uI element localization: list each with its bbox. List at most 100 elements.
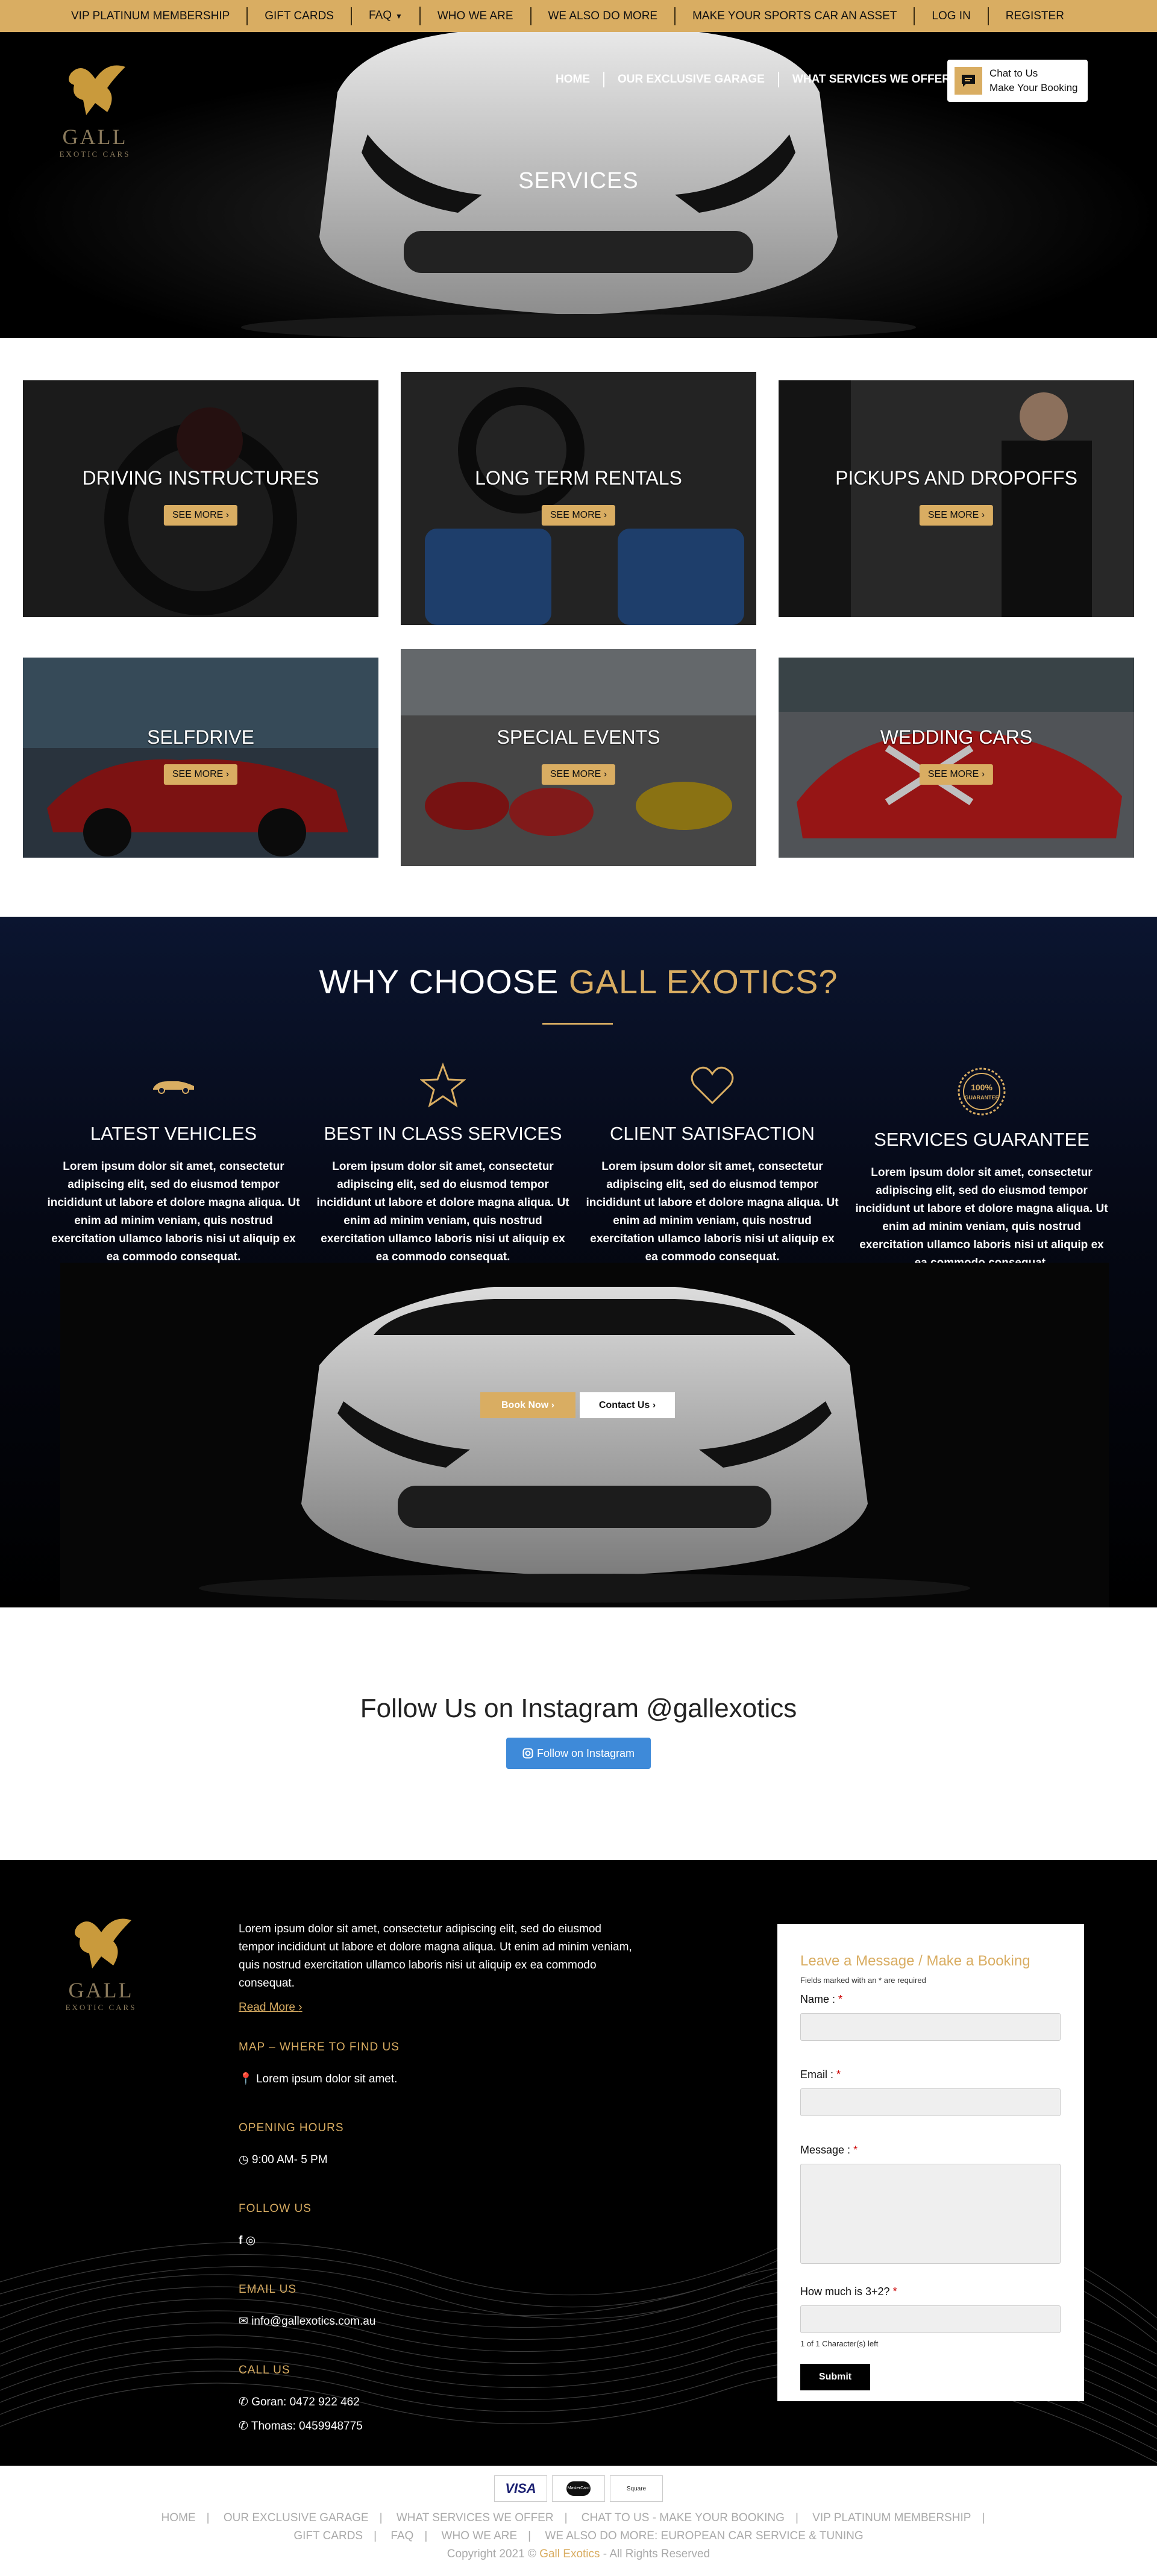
clock-icon: ◷ (239, 2153, 249, 2166)
name-label: Name : * (800, 1993, 843, 2005)
service-card-driving[interactable]: DRIVING INSTRUCTURES SEE MORE › (23, 380, 378, 617)
hours-value: 9:00 AM- 5 PM (251, 2153, 328, 2166)
chevron-right-icon: › (652, 1400, 656, 1410)
mastercard-label: MasterCard (566, 2481, 591, 2496)
bottom-link-services[interactable]: WHAT SERVICES WE OFFER (397, 2512, 554, 2524)
bottom-link-home[interactable]: HOME (161, 2512, 196, 2524)
topbar-link-faq[interactable]: FAQ ▼ (352, 7, 421, 25)
footer-info: Lorem ipsum dolor sit amet, consectetur … (239, 1920, 636, 2439)
topbar-link-asset[interactable]: MAKE YOUR SPORTS CAR AN ASSET (676, 7, 915, 25)
hours-text: ◷ 9:00 AM- 5 PM (239, 2148, 636, 2172)
bottom-link-more[interactable]: WE ALSO DO MORE: EUROPEAN CAR SERVICE & … (545, 2530, 863, 2542)
bottom-bar: VISA MasterCard Square HOME | OUR EXCLUSI… (0, 2466, 1157, 2576)
heading-divider (542, 1023, 613, 1025)
card-title: WEDDING CARS (880, 726, 1033, 748)
instagram-icon[interactable]: ◎ (246, 2234, 256, 2247)
feature-best-services: BEST IN CLASS SERVICES Lorem ipsum dolor… (316, 1061, 569, 1266)
email-link[interactable]: info@gallexotics.com.au (251, 2315, 375, 2328)
see-more-button[interactable]: SEE MORE › (919, 764, 994, 785)
feature-text: Lorem ipsum dolor sit amet, consectetur … (316, 1160, 569, 1263)
copyright-suffix: - All Rights Reserved (600, 2548, 710, 2560)
logo-subtitle: EXOTIC CARS (59, 149, 131, 159)
car-icon (47, 1061, 300, 1110)
nav-home[interactable]: HOME (542, 72, 604, 87)
service-card-long-term[interactable]: LONG TERM RENTALS SEE MORE › (401, 372, 756, 625)
card-title: SPECIAL EVENTS (497, 726, 660, 748)
contact-us-button[interactable]: Contact Us › (580, 1392, 675, 1418)
feature-text: Lorem ipsum dolor sit amet, consectetur … (586, 1160, 839, 1263)
copyright-brand[interactable]: Gall Exotics (539, 2548, 600, 2560)
see-more-label: SEE MORE (550, 769, 601, 779)
bottom-link-gift-cards[interactable]: GIFT CARDS (293, 2530, 363, 2542)
email-label: Email : * (800, 2069, 841, 2081)
see-more-button[interactable]: SEE MORE › (163, 764, 238, 785)
logo[interactable]: GALL EXOTIC CARS (54, 61, 136, 159)
chevron-right-icon: › (603, 769, 607, 779)
phone-row-2: ✆ Thomas: 0459948775 (239, 2414, 636, 2439)
email-field[interactable] (800, 2088, 1061, 2116)
book-now-button[interactable]: Book Now › (480, 1392, 575, 1418)
message-field[interactable] (800, 2164, 1061, 2264)
footer-intro: Lorem ipsum dolor sit amet, consectetur … (239, 1923, 632, 1990)
feature-text: Lorem ipsum dolor sit amet, consectetur … (855, 1166, 1108, 1269)
service-card-events[interactable]: SPECIAL EVENTS SEE MORE › (401, 649, 756, 866)
bottom-link-chat[interactable]: CHAT TO US - MAKE YOUR BOOKING (582, 2512, 785, 2524)
hero: GALL EXOTIC CARS HOME OUR EXCLUSIVE GARA… (0, 32, 1157, 338)
see-more-button[interactable]: SEE MORE › (541, 764, 616, 785)
bottom-link-who-we-are[interactable]: WHO WE ARE (442, 2530, 518, 2542)
follow-instagram-button[interactable]: Follow on Instagram (506, 1738, 651, 1769)
bottom-link-vip[interactable]: VIP PLATINUM MEMBERSHIP (812, 2512, 971, 2524)
feature-title: CLIENT SATISFACTION (610, 1123, 815, 1144)
visa-label: VISA (505, 2481, 536, 2496)
captcha-field[interactable] (800, 2305, 1061, 2333)
topbar-link-who-we-are[interactable]: WHO WE ARE (421, 7, 531, 25)
copyright-prefix: Copyright 2021 © (447, 2548, 540, 2560)
footer-logo[interactable]: GALL EXOTIC CARS (60, 1914, 142, 2012)
topbar-link-register[interactable]: REGISTER (989, 7, 1081, 25)
service-card-selfdrive[interactable]: SELFDRIVE SEE MORE › (23, 658, 378, 858)
topbar-link-vip[interactable]: VIP PLATINUM MEMBERSHIP (54, 7, 248, 25)
card-title: DRIVING INSTRUCTURES (82, 467, 319, 489)
form-note: Fields marked with an * are required (800, 1976, 926, 1985)
envelope-icon: ✉ (239, 2315, 248, 2328)
seal-percent: 100% (971, 1082, 992, 1092)
card-image (779, 658, 1134, 858)
topbar-link-we-also-do-more[interactable]: WE ALSO DO MORE (531, 7, 676, 25)
bottom-link-faq[interactable]: FAQ (390, 2530, 413, 2542)
read-more-link[interactable]: Read More › (239, 2001, 303, 2014)
char-count: 1 of 1 Character(s) left (800, 2339, 879, 2348)
main-nav: HOME OUR EXCLUSIVE GARAGE WHAT SERVICES … (542, 72, 964, 87)
square-label: Square (626, 2485, 647, 2492)
heart-icon (586, 1061, 839, 1110)
service-card-wedding[interactable]: WEDDING CARS SEE MORE › (779, 658, 1134, 858)
why-heading: WHY CHOOSE GALL EXOTICS? (0, 962, 1157, 1001)
map-heading: MAP – WHERE TO FIND US (239, 2041, 400, 2053)
see-more-button[interactable]: SEE MORE › (163, 505, 238, 526)
square-icon: Square (610, 2475, 663, 2502)
chat-booking-button[interactable]: Chat to Us Make Your Booking (947, 60, 1088, 102)
topbar-link-login[interactable]: LOG IN (915, 7, 989, 25)
nav-garage[interactable]: OUR EXCLUSIVE GARAGE (604, 72, 779, 87)
map-marker-icon: 📍 (239, 2073, 253, 2085)
griffin-logo-icon (68, 65, 125, 115)
chevron-right-icon: › (225, 769, 230, 779)
chevron-right-icon: › (225, 510, 230, 520)
name-field[interactable] (800, 2013, 1061, 2041)
phone-link-thomas[interactable]: Thomas: 0459948775 (251, 2420, 363, 2433)
see-more-button[interactable]: SEE MORE › (919, 505, 994, 526)
caret-down-icon: ▼ (395, 12, 403, 20)
map-address: Lorem ipsum dolor sit amet. (256, 2073, 398, 2085)
chevron-right-icon: › (551, 1400, 554, 1410)
see-more-label: SEE MORE (172, 769, 224, 779)
facebook-icon[interactable]: f (239, 2234, 242, 2247)
service-card-pickups[interactable]: PICKUPS AND DROPOFFS SEE MORE › (779, 380, 1134, 617)
nav-services[interactable]: WHAT SERVICES WE OFFER (779, 72, 964, 87)
email-heading: EMAIL US (239, 2283, 296, 2296)
topbar-link-gift-cards[interactable]: GIFT CARDS (248, 7, 352, 25)
read-more-label: Read More (239, 2001, 295, 2014)
bottom-links-row-1: HOME | OUR EXCLUSIVE GARAGE | WHAT SERVICE… (161, 2512, 985, 2524)
submit-button[interactable]: Submit (800, 2364, 870, 2390)
bottom-link-garage[interactable]: OUR EXCLUSIVE GARAGE (224, 2512, 369, 2524)
see-more-button[interactable]: SEE MORE › (541, 505, 616, 526)
phone-link-goran[interactable]: Goran: 0472 922 462 (251, 2396, 360, 2408)
